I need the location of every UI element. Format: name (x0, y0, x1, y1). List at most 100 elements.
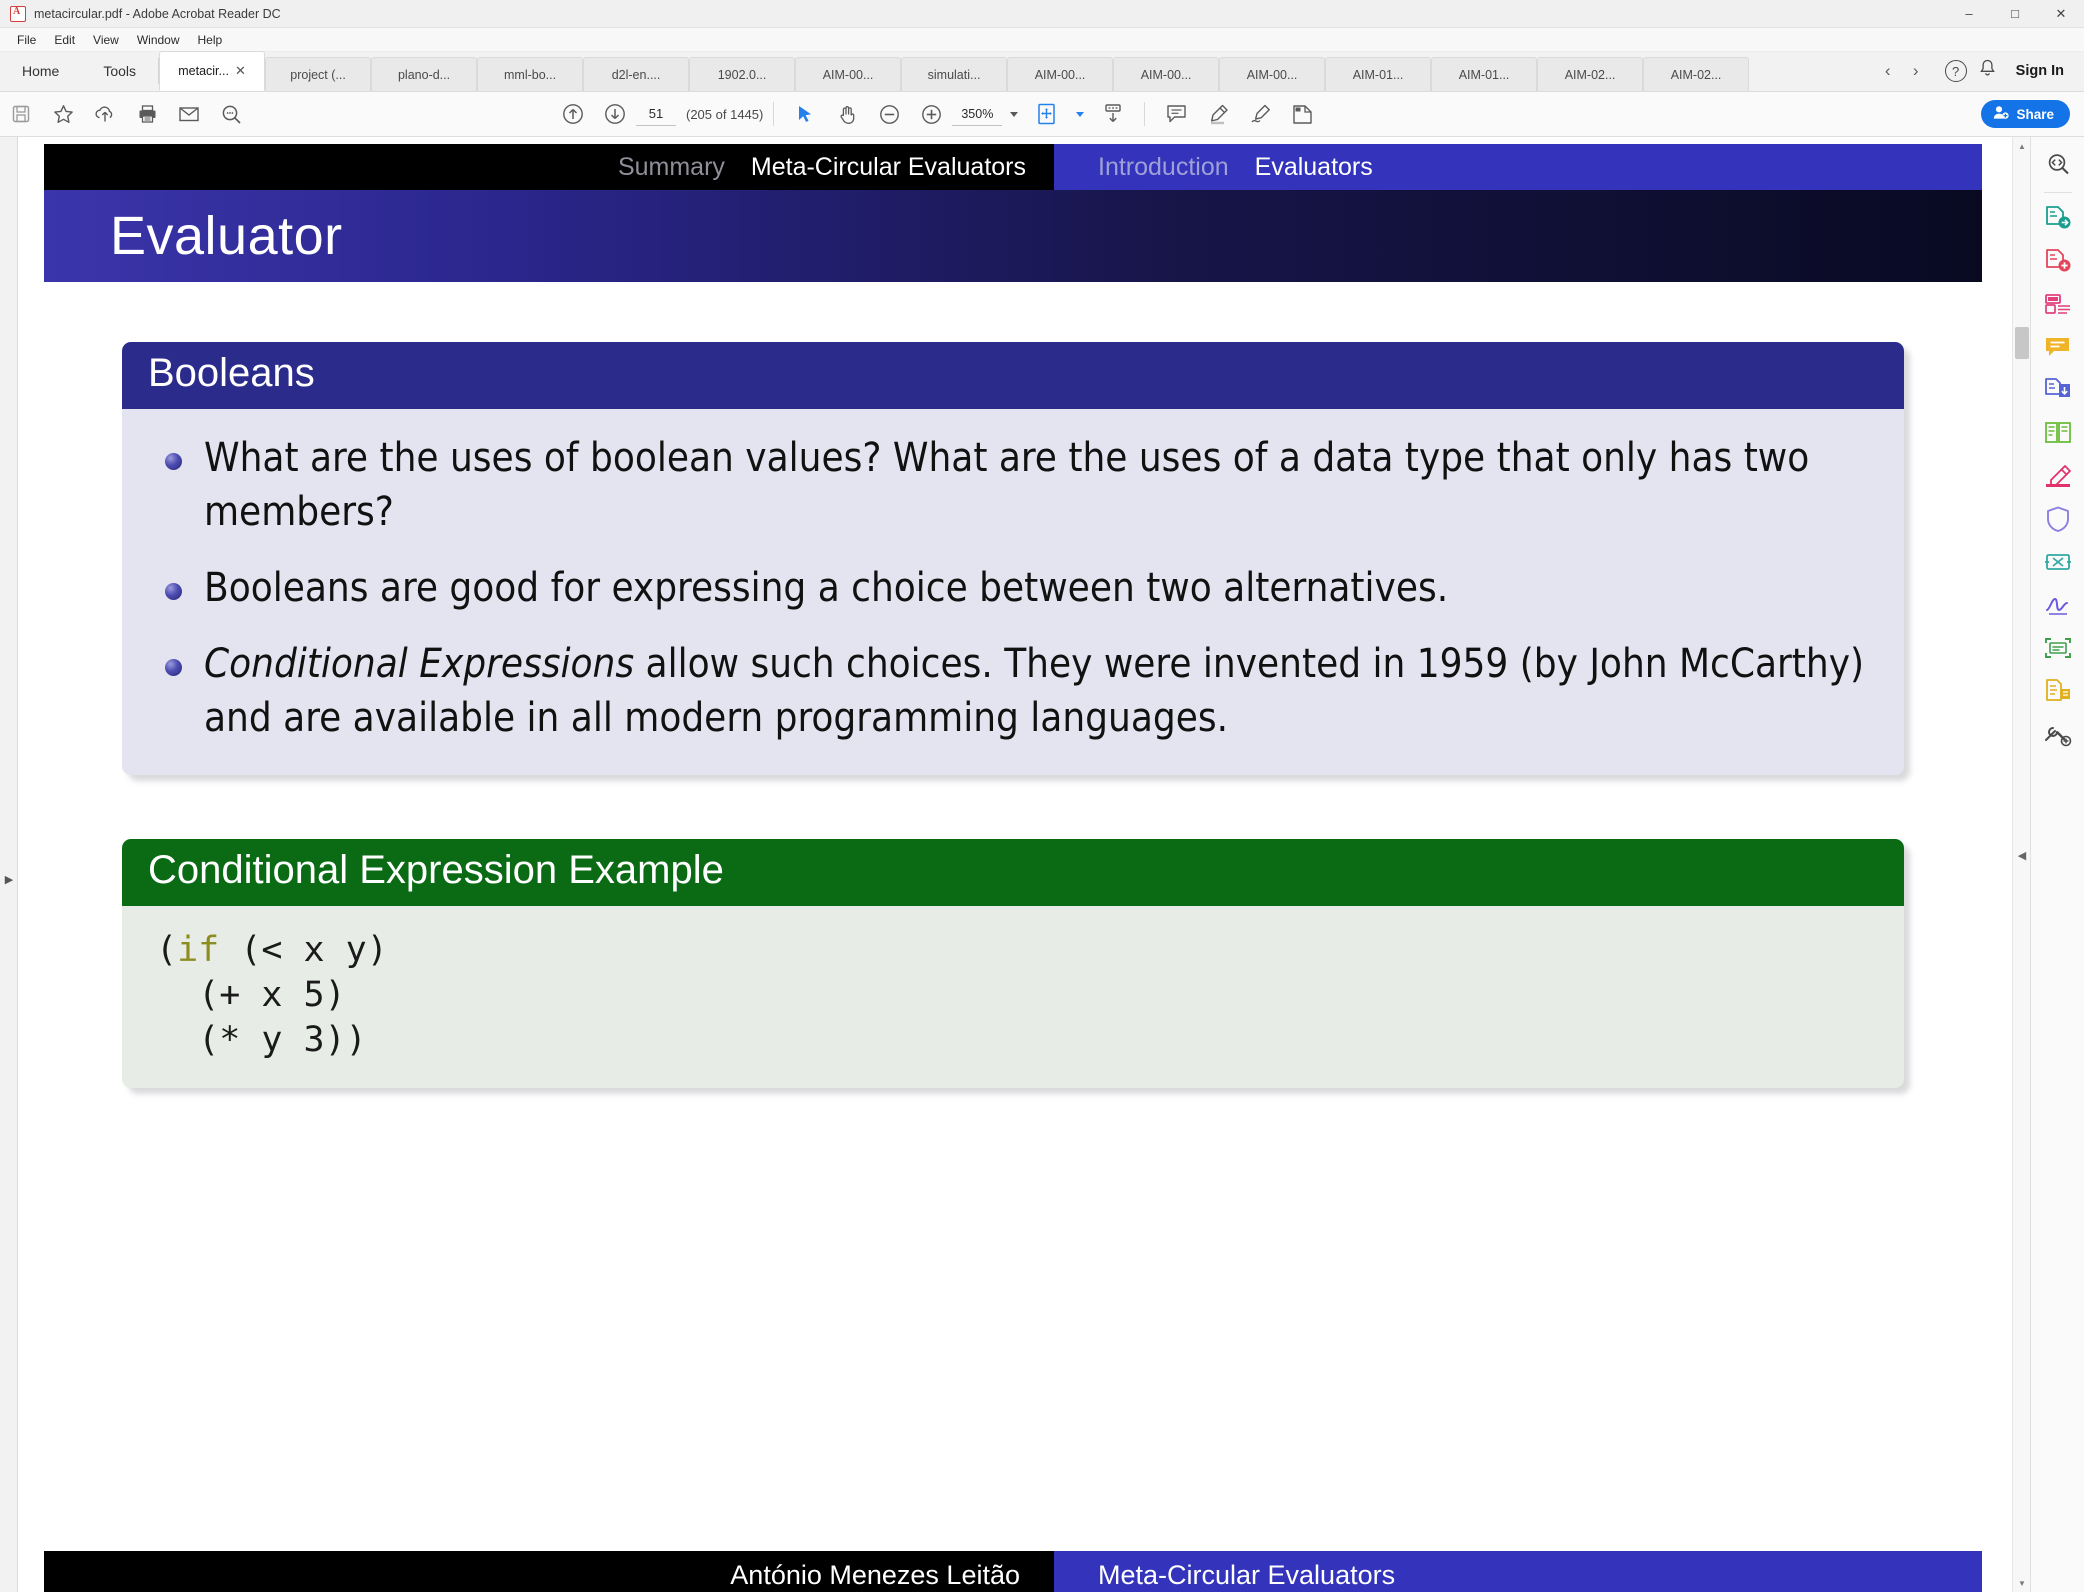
zoom-level-input[interactable] (952, 102, 1003, 126)
list-item: Conditional Expressions allow such choic… (156, 637, 1870, 745)
cloud-upload-icon[interactable] (90, 99, 120, 129)
document-tab-aim-00-a[interactable]: AIM-00... (795, 57, 902, 91)
document-tab-aim-00-d[interactable]: AIM-00... (1219, 57, 1326, 91)
page-down-icon[interactable] (600, 99, 630, 129)
nav-item-meta-circular-evaluators[interactable]: Meta-Circular Evaluators (751, 153, 1026, 182)
nav-item-introduction[interactable]: Introduction (1098, 153, 1229, 182)
menu-edit[interactable]: Edit (45, 31, 84, 49)
document-tab-mml[interactable]: mml-bo... (477, 57, 584, 91)
draw-freehand-icon[interactable] (1245, 99, 1275, 129)
window-title: metacircular.pdf - Adobe Acrobat Reader … (34, 6, 281, 21)
nav-item-summary[interactable]: Summary (618, 153, 725, 182)
rail-divider (2043, 192, 2072, 193)
more-tools-icon[interactable] (2041, 717, 2075, 751)
combine-files-icon[interactable] (2041, 373, 2075, 407)
zoom-in-icon[interactable] (916, 99, 946, 129)
document-tab-aim-00-b[interactable]: AIM-00... (1007, 57, 1114, 91)
zoom-out-icon[interactable] (874, 99, 904, 129)
minimize-button[interactable]: – (1946, 0, 1992, 28)
search-zoom-icon[interactable] (216, 99, 246, 129)
document-tab-aim-02-b[interactable]: AIM-02... (1643, 57, 1750, 91)
help-icon[interactable]: ? (1944, 60, 1967, 82)
menu-window[interactable]: Window (128, 31, 189, 49)
left-navigation-rail: ▶ (0, 137, 30, 1592)
compress-pdf-icon[interactable] (2041, 545, 2075, 579)
document-tab-label: AIM-00... (1034, 67, 1086, 82)
right-tools-rail (2030, 137, 2084, 1592)
protect-icon[interactable] (2041, 502, 2075, 536)
document-tab-label: project (... (290, 67, 346, 82)
block-header-booleans: Booleans (122, 342, 1904, 409)
document-tab-project[interactable]: project (... (265, 57, 372, 91)
list-item: Booleans are good for expressing a choic… (156, 561, 1870, 615)
pdf-page-viewport[interactable]: Summary Meta-Circular Evaluators Introdu… (18, 137, 2012, 1592)
signature-icon[interactable] (2041, 588, 2075, 622)
fit-page-chevron-down-icon[interactable] (1076, 111, 1085, 117)
save-disk-icon[interactable] (6, 99, 36, 129)
document-tab-label: d2l-en.... (611, 67, 661, 82)
block-body-code-example: (if (< x y) (+ x 5) (* y 3)) (122, 906, 1904, 1089)
fill-and-sign-icon[interactable] (1287, 99, 1317, 129)
tab-home[interactable]: Home (0, 51, 81, 91)
prepare-form-icon[interactable] (2041, 674, 2075, 708)
footer-author-section: António Menezes Leitão (44, 1551, 1054, 1592)
scrollbar-thumb[interactable] (2015, 327, 2029, 359)
document-tab-1902[interactable]: 1902.0... (689, 57, 796, 91)
create-pdf-icon[interactable] (2041, 244, 2075, 278)
nav-item-evaluators[interactable]: Evaluators (1255, 153, 1373, 182)
organize-pages-icon[interactable] (2041, 416, 2075, 450)
redact-icon[interactable] (2041, 459, 2075, 493)
document-tab-plano[interactable]: plano-d... (371, 57, 478, 91)
footer-title: Meta-Circular Evaluators (1098, 1559, 1396, 1590)
search-page-icon[interactable] (2041, 147, 2075, 181)
menu-help[interactable]: Help (189, 31, 232, 49)
document-tab-label: mml-bo... (504, 67, 557, 82)
block-heading-text: Booleans (148, 351, 315, 395)
menu-file[interactable]: File (8, 31, 45, 49)
chevron-down-icon[interactable] (1010, 111, 1019, 117)
document-tab-simulation[interactable]: simulati... (901, 57, 1008, 91)
chevron-left-icon[interactable]: ‹ (1875, 56, 1901, 86)
tab-bar: Home Tools metacir... ✕ project (... pla… (0, 51, 2084, 92)
highlight-icon[interactable] (1203, 99, 1233, 129)
collapse-right-panel-button[interactable]: ◀ (2014, 840, 2030, 870)
comment-tool-icon[interactable] (2041, 330, 2075, 364)
export-pdf-icon[interactable] (2041, 201, 2075, 235)
beamer-footer: António Menezes Leitão Meta-Circular Eva… (44, 1551, 1982, 1592)
document-tab-aim-01-b[interactable]: AIM-01... (1431, 57, 1538, 91)
cursor-select-icon[interactable] (790, 99, 820, 129)
document-tab-d2l[interactable]: d2l-en.... (583, 57, 690, 91)
print-icon[interactable] (132, 99, 162, 129)
document-tab-aim-00-c[interactable]: AIM-00... (1113, 57, 1220, 91)
sign-in-button[interactable]: Sign In (2016, 63, 2064, 79)
menu-view[interactable]: View (84, 31, 128, 49)
document-tab-label: AIM-00... (822, 67, 874, 82)
page-number-input[interactable] (636, 102, 676, 126)
close-button[interactable]: ✕ (2038, 0, 2084, 28)
close-icon[interactable]: ✕ (235, 63, 246, 79)
document-tab-label: AIM-01... (1458, 67, 1510, 82)
scroll-up-icon[interactable]: ▲ (2013, 137, 2031, 155)
edit-pdf-icon[interactable] (2041, 287, 2075, 321)
scan-ocr-icon[interactable] (2041, 631, 2075, 665)
share-button[interactable]: Share (1981, 100, 2070, 128)
maximize-button[interactable]: □ (1992, 0, 2038, 28)
comment-icon[interactable] (1161, 99, 1191, 129)
page-up-icon[interactable] (558, 99, 588, 129)
scroll-mode-icon[interactable] (1098, 99, 1128, 129)
email-icon[interactable] (174, 99, 204, 129)
document-tab-aim-02-a[interactable]: AIM-02... (1537, 57, 1644, 91)
document-tab-label: plano-d... (397, 67, 451, 82)
notification-bell-icon[interactable] (1979, 59, 1996, 83)
chevron-right-icon[interactable]: › (1903, 56, 1929, 86)
star-icon[interactable] (48, 99, 78, 129)
document-tab-aim-01-a[interactable]: AIM-01... (1325, 57, 1432, 91)
document-tab-metacircular[interactable]: metacir... ✕ (159, 51, 266, 91)
tab-tools[interactable]: Tools (81, 51, 158, 91)
expand-left-panel-button[interactable]: ▶ (3, 862, 15, 896)
footer-title-section: Meta-Circular Evaluators (1054, 1551, 1982, 1592)
fit-page-icon[interactable] (1032, 99, 1062, 129)
hand-pan-icon[interactable] (832, 99, 862, 129)
scroll-down-icon[interactable]: ▼ (2013, 1574, 2031, 1592)
beamer-navigation-bar: Summary Meta-Circular Evaluators Introdu… (44, 144, 1982, 190)
